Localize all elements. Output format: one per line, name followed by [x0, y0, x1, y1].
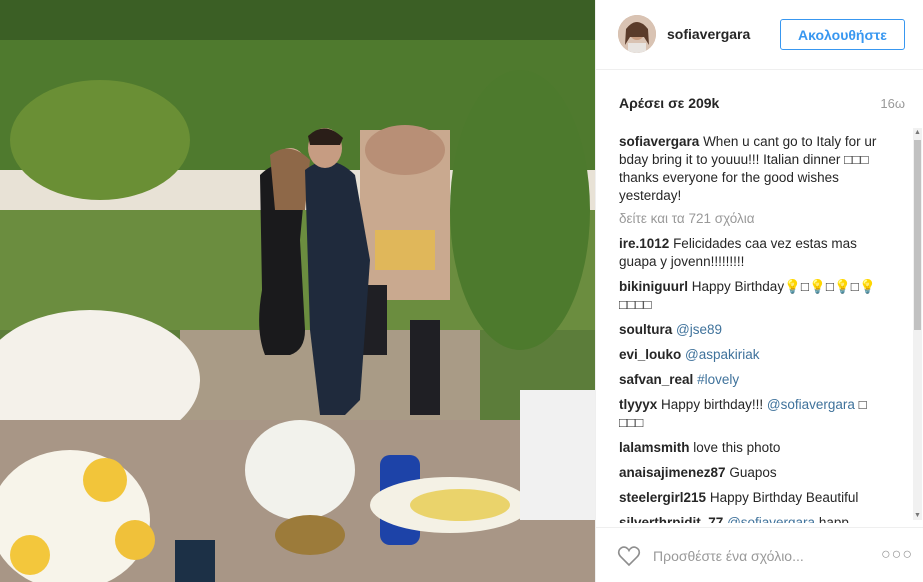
profile-avatar-image: [618, 15, 656, 53]
comment-item: anaisajimenez87 Guapos: [619, 464, 891, 482]
comment-text: Happy birthday!!!: [661, 397, 767, 412]
comment-username[interactable]: silverthrpidit_77: [619, 515, 723, 523]
comment-text: Happy Birthday Beautiful: [709, 490, 859, 505]
post-header: sofiavergara Ακολουθήστε: [596, 0, 923, 70]
caption-username[interactable]: sofiavergara: [619, 134, 699, 149]
add-comment-input[interactable]: Προσθέστε ένα σχόλιο...: [653, 548, 804, 564]
avatar[interactable]: [618, 15, 656, 53]
comments-list: sofiavergara When u cant go to Italy for…: [619, 133, 891, 523]
scrollbar-thumb[interactable]: [914, 140, 921, 330]
comment-username[interactable]: ire.1012: [619, 236, 669, 251]
comment-item: steelergirl215 Happy Birthday Beautiful: [619, 489, 891, 507]
comment-text: Guapos: [729, 465, 777, 480]
scroll-down-arrow-icon[interactable]: ▼: [913, 511, 922, 520]
likes-count[interactable]: Αρέσει σε 209k: [619, 95, 719, 111]
comment-item: lalamsmith love this photo: [619, 439, 891, 457]
comment-item: evi_louko @aspakiriak: [619, 346, 891, 364]
comment-mention[interactable]: @sofiavergara: [767, 397, 855, 412]
comment-username[interactable]: lalamsmith: [619, 440, 690, 455]
comment-mention[interactable]: @jse89: [676, 322, 722, 337]
comment-username[interactable]: anaisajimenez87: [619, 465, 726, 480]
comment-item: safvan_real #lovely: [619, 371, 891, 389]
comment-text-after: happ: [815, 515, 849, 523]
comment-item: soultura @jse89: [619, 321, 891, 339]
view-all-comments-link[interactable]: δείτε και τα 721 σχόλια: [619, 210, 891, 228]
comment-item: bikiniguurl Happy Birthday💡□💡□💡□💡 □□□□: [619, 278, 891, 314]
more-options-icon[interactable]: ○○○: [881, 546, 913, 564]
post-author-username[interactable]: sofiavergara: [667, 26, 750, 42]
comment-mention[interactable]: @aspakiriak: [685, 347, 759, 362]
post-photo[interactable]: [0, 0, 595, 582]
comment-username[interactable]: evi_louko: [619, 347, 681, 362]
caption: sofiavergara When u cant go to Italy for…: [619, 133, 891, 205]
comment-item: ire.1012 Felicidades caa vez estas mas g…: [619, 235, 891, 271]
garden-photo-image: [0, 0, 595, 582]
comment-item: tlyyyx Happy birthday!!! @sofiavergara □…: [619, 396, 891, 432]
comment-username[interactable]: tlyyyx: [619, 397, 657, 412]
comment-hashtag[interactable]: #lovely: [697, 372, 739, 387]
comments-scrollbar[interactable]: ▲ ▼: [913, 128, 922, 520]
comment-username[interactable]: bikiniguurl: [619, 279, 688, 294]
comment-text: love this photo: [693, 440, 781, 455]
post-time: 16ω: [880, 96, 905, 111]
heart-icon[interactable]: [617, 544, 641, 568]
comment-mention[interactable]: @sofiavergara: [727, 515, 815, 523]
comment-username[interactable]: soultura: [619, 322, 672, 337]
comment-username[interactable]: steelergirl215: [619, 490, 706, 505]
post-footer: Προσθέστε ένα σχόλιο... ○○○: [596, 527, 923, 582]
comment-username[interactable]: safvan_real: [619, 372, 693, 387]
post-side-panel: sofiavergara Ακολουθήστε Αρέσει σε 209k …: [595, 0, 923, 582]
follow-button[interactable]: Ακολουθήστε: [780, 19, 905, 50]
scroll-up-arrow-icon[interactable]: ▲: [913, 128, 922, 137]
comment-item: silverthrpidit_77 @sofiavergara happ: [619, 514, 891, 523]
